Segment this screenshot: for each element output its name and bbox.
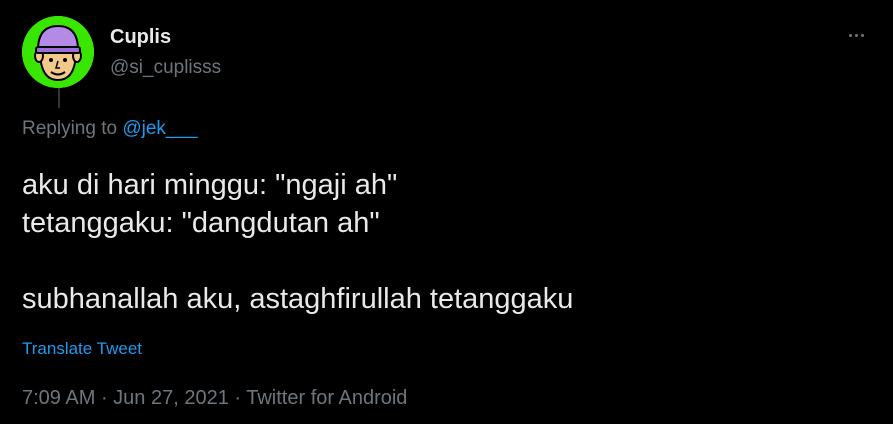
author-display-name[interactable]: Cuplis xyxy=(110,26,171,49)
cartoon-face-avatar-icon xyxy=(22,16,94,88)
replying-to-label: Replying to xyxy=(22,118,123,139)
more-horizontal-icon-dot xyxy=(860,33,864,37)
tweet-date[interactable]: Jun 27, 2021 xyxy=(113,387,229,409)
tweet-text-line: subhanallah aku, astaghfirullah tetangga… xyxy=(22,283,574,315)
thread-line xyxy=(58,88,60,108)
meta-separator: · xyxy=(228,387,247,409)
tweet-source[interactable]: Twitter for Android xyxy=(246,387,407,409)
author-handle[interactable]: @si_cuplisss xyxy=(110,57,221,79)
replying-to: Replying to @jek___ xyxy=(22,118,198,140)
tweet-meta: 7:09 AM · Jun 27, 2021 · Twitter for And… xyxy=(22,387,407,410)
more-horizontal-icon-dot xyxy=(854,33,858,37)
tweet-text-line: aku di hari minggu: "ngaji ah" xyxy=(22,169,398,201)
reply-mention-link[interactable]: @jek___ xyxy=(122,118,197,139)
translate-tweet-link[interactable]: Translate Tweet xyxy=(22,339,142,359)
tweet-text-line xyxy=(22,242,872,280)
tweet-time[interactable]: 7:09 AM xyxy=(22,387,95,409)
tweet-text: aku di hari minggu: "ngaji ah" tetanggak… xyxy=(22,166,872,318)
meta-separator: · xyxy=(95,387,114,409)
more-options-button[interactable] xyxy=(838,20,874,50)
more-horizontal-icon xyxy=(848,33,852,37)
tweet-text-line: tetanggaku: "dangdutan ah" xyxy=(22,207,380,239)
avatar[interactable] xyxy=(22,16,94,88)
